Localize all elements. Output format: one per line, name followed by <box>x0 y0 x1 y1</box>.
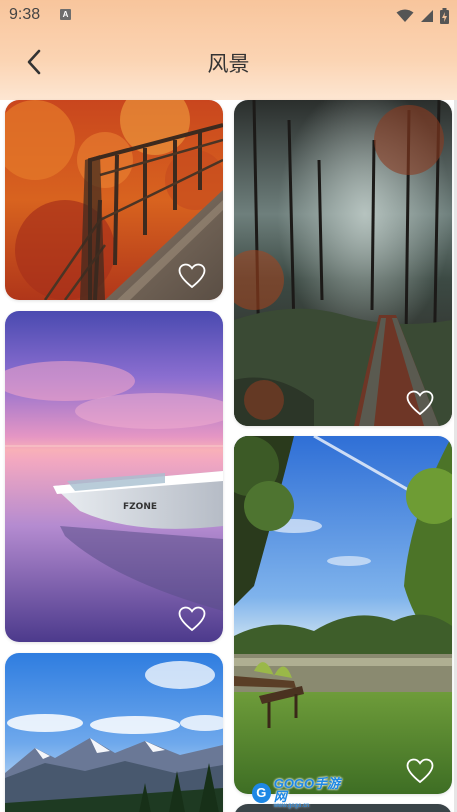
navigation-bar: 风景 <box>0 32 457 92</box>
watermark-text: GOGO手游网 www.gogo.cn <box>274 777 348 809</box>
photo-forest-bridge <box>234 100 452 426</box>
app-screen: 9:38 A 风景 FZONE G GOGO手游网 www.gogo.cn <box>0 0 457 812</box>
gallery-item-autumn-bridge[interactable] <box>5 100 223 300</box>
photo-sunset-boat: FZONE <box>5 311 223 642</box>
heart-outline-icon[interactable] <box>178 606 206 632</box>
battery-icon <box>440 8 449 24</box>
watermark-main-text: GOGO手游网 <box>273 776 341 804</box>
watermark-logo-icon: G <box>252 783 271 803</box>
signal-icon <box>421 10 433 22</box>
watermark-sub-text: www.gogo.cn <box>273 803 310 809</box>
photo-snowy-mountains <box>5 653 223 812</box>
a-notification-icon: A <box>60 9 71 20</box>
gallery-item-lakeside-meadow[interactable] <box>234 436 452 794</box>
status-time: 9:38 <box>9 6 41 23</box>
gallery-item-sunset-boat[interactable]: FZONE <box>5 311 223 642</box>
svg-text:FZONE: FZONE <box>123 502 157 512</box>
page-title: 风景 <box>207 52 250 76</box>
wifi-icon <box>396 9 414 22</box>
status-bar: 9:38 A <box>0 0 457 32</box>
watermark: G GOGO手游网 www.gogo.cn <box>252 777 348 809</box>
heart-outline-icon[interactable] <box>406 758 434 784</box>
photo-lakeside-meadow <box>234 436 452 794</box>
heart-outline-icon[interactable] <box>178 263 206 289</box>
gallery-item-snowy-mountains[interactable] <box>5 653 223 812</box>
status-icons <box>396 6 449 26</box>
gallery-item-forest-bridge[interactable] <box>234 100 452 426</box>
heart-outline-icon[interactable] <box>406 390 434 416</box>
